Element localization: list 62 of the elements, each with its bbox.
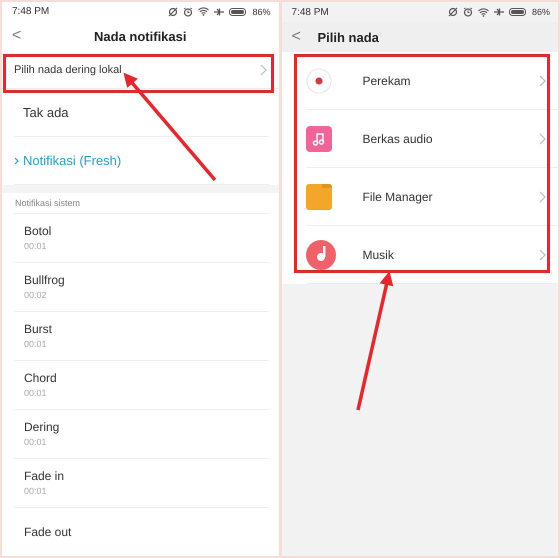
chevron-icon — [539, 132, 546, 144]
ringtone-name: Dering — [24, 420, 60, 434]
battery-icon — [508, 8, 527, 16]
row-label: Pilih nada dering lokal — [14, 64, 122, 76]
chevron-icon — [539, 190, 546, 202]
ringtone-item[interactable]: Botol 00:01 — [14, 212, 268, 262]
music-disc-icon — [306, 240, 336, 270]
ringtone-item[interactable]: Fade in 00:01 — [14, 458, 268, 507]
ringtone-duration: 00:01 — [24, 388, 48, 398]
chevron-icon — [14, 156, 19, 165]
source-row[interactable]: Berkas audio — [306, 110, 558, 168]
status-time: 7:48 PM — [292, 6, 329, 18]
source-label: File Manager — [362, 190, 434, 204]
chevron-icon — [539, 74, 546, 86]
ringtone-duration: 00:01 — [24, 437, 48, 448]
battery-level: 86% — [532, 7, 550, 17]
record-icon — [306, 68, 332, 94]
source-label: Berkas audio — [362, 132, 434, 146]
folder-icon — [306, 184, 332, 210]
back-button[interactable]: < — [12, 27, 32, 46]
ringtone-duration: 00:02 — [24, 290, 48, 300]
ringtone-name: Fade out — [24, 524, 72, 539]
source-row[interactable]: Musik — [306, 226, 558, 284]
source-row[interactable]: File Manager — [306, 168, 558, 226]
alarm-icon — [462, 7, 473, 17]
ringtone-duration: 00:01 — [24, 486, 48, 496]
option-label: Tak ada — [23, 105, 69, 120]
ringtone-duration: 00:01 — [24, 339, 48, 350]
back-button[interactable]: < — [292, 28, 312, 46]
ringtone-option[interactable]: Tak ada — [14, 89, 268, 138]
local-ringtone-row[interactable]: Pilih nada dering lokal — [2, 50, 278, 90]
wifi-icon — [198, 7, 210, 16]
battery-icon — [229, 8, 248, 16]
option-label: Notifikasi (Fresh) — [23, 153, 122, 168]
source-label: Perekam — [362, 74, 412, 88]
ringtone-name: Botol — [24, 224, 52, 238]
ringtone-item[interactable]: Burst 00:01 — [14, 310, 268, 360]
screen-title: Pilih nada — [318, 30, 379, 44]
ringtone-name: Fade in — [24, 469, 66, 484]
source-label: Musik — [362, 248, 395, 262]
source-row[interactable]: Perekam — [306, 52, 558, 110]
chevron-icon — [260, 64, 266, 76]
airplane-icon — [214, 6, 224, 17]
screen-title: Nada notifikasi — [94, 28, 186, 44]
ringtone-name: Bullfrog — [24, 273, 66, 288]
battery-level: 86% — [252, 6, 270, 17]
airplane-icon — [494, 7, 504, 17]
chevron-icon — [539, 248, 546, 260]
status-time: 7:48 PM — [12, 6, 50, 18]
alarm-icon — [183, 6, 194, 17]
ringtone-name: Chord — [24, 371, 58, 386]
sync-off-icon — [448, 7, 458, 17]
ringtone-duration: 00:01 — [24, 241, 48, 252]
sync-off-icon — [168, 6, 178, 17]
ringtone-name: Burst — [24, 322, 54, 336]
ringtone-item[interactable]: Chord 00:01 — [14, 360, 268, 409]
ringtone-item[interactable]: Dering 00:01 — [14, 408, 268, 458]
wifi-icon — [478, 8, 489, 16]
section-label: Notifikasi sistem — [14, 196, 82, 210]
ringtone-item[interactable]: Fade out — [14, 506, 268, 556]
music-note-icon — [306, 126, 332, 152]
ringtone-item[interactable]: Bullfrog 00:02 — [14, 262, 268, 311]
